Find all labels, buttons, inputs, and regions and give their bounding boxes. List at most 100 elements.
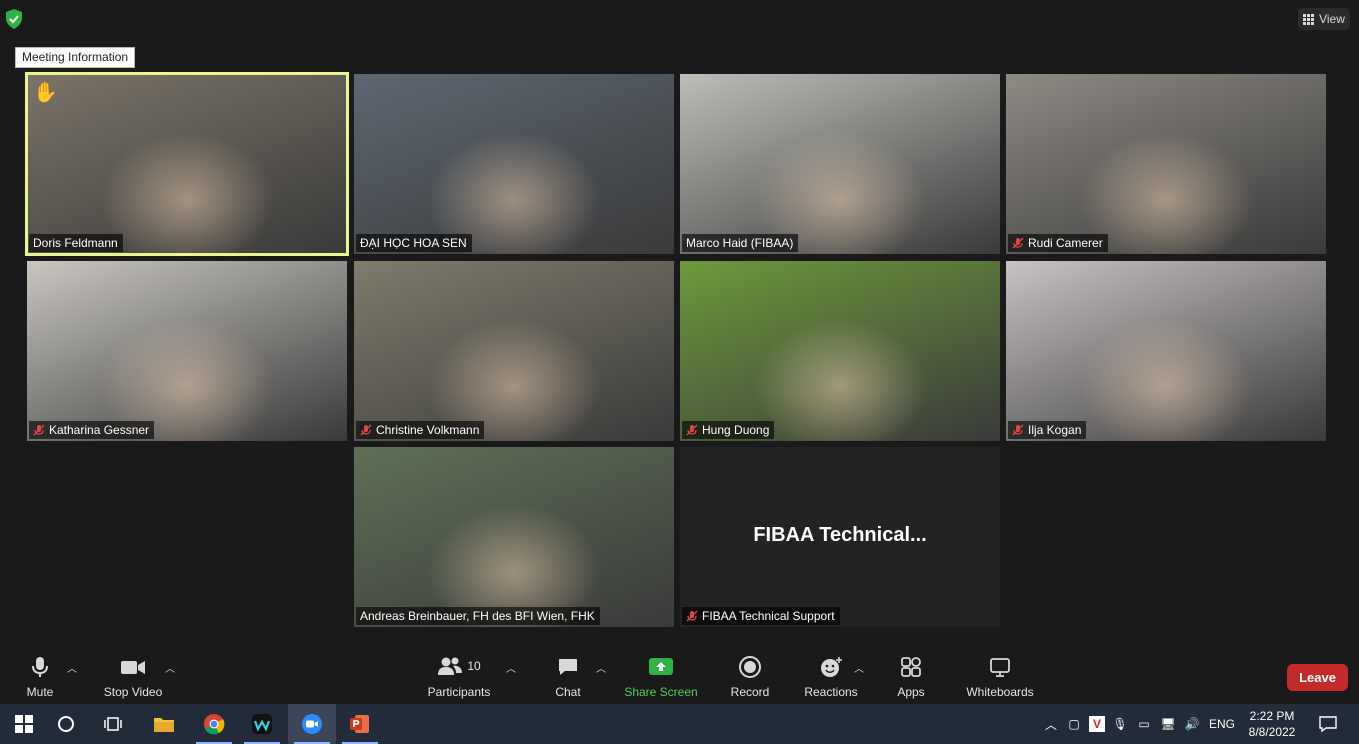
participant-video-feed [1006,261,1326,441]
participant-name: Doris Feldmann [33,236,118,250]
webex-icon[interactable] [238,704,286,744]
share-screen-label: Share Screen [624,685,698,699]
grid-view-icon [1303,13,1315,25]
participants-count: 10 [467,659,481,673]
participants-button[interactable]: 10 Participants [427,655,491,705]
apps-label: Apps [897,685,925,699]
video-options-caret-icon[interactable]: ︿ [165,660,175,675]
task-view-icon[interactable] [90,704,138,744]
participant-name-label: Hung Duong [682,421,775,439]
participants-icon [438,657,463,675]
participant-video-feed [680,261,1000,441]
muted-microphone-icon [33,424,45,436]
search-circle-icon[interactable] [42,704,90,744]
muted-microphone-icon [1012,237,1024,249]
participant-name-label: Katharina Gessner [29,421,155,439]
apps-button[interactable]: Apps [894,655,928,705]
video-tile-andreas-breinbauer-fh-des-bfi-wien-fhk[interactable]: Andreas Breinbauer, FH des BFI Wien, FHK [354,447,674,627]
participant-name-label: Ilja Kogan [1008,421,1087,439]
participant-video-feed [354,74,674,254]
video-tile-rudi-camerer[interactable]: Rudi Camerer [1006,74,1326,254]
tray-volume-icon[interactable]: 🔊 [1180,717,1204,731]
participant-name: Ilja Kogan [1028,423,1082,437]
tray-language[interactable]: ENG [1204,717,1240,731]
record-button[interactable]: Record [730,655,770,705]
taskbar-clock[interactable]: 2:22 PM 8/8/2022 [1240,704,1304,744]
whiteboard-icon [990,658,1010,677]
stop-video-button[interactable]: Stop Video [102,655,164,705]
tray-vivaldi-icon[interactable]: V [1086,716,1108,732]
meeting-information-tooltip: Meeting Information [15,47,136,68]
video-tile-doris-feldmann[interactable]: ✋ Doris Feldmann [25,72,349,256]
participant-name: Andreas Breinbauer, FH des BFI Wien, FHK [360,609,595,623]
participant-video-feed [354,447,674,627]
participant-video-feed [27,261,347,441]
video-tile-hung-duong[interactable]: Hung Duong [680,261,1000,441]
chat-button[interactable]: Chat [552,655,584,705]
tray-meet-now-icon[interactable]: ▢ [1062,717,1086,731]
file-explorer-icon[interactable] [140,704,188,744]
participant-name: Rudi Camerer [1028,236,1103,250]
video-tile-ai-hoc-hoa-sen[interactable]: ĐẠI HỌC HOA SEN [354,74,674,254]
participant-name: Katharina Gessner [49,423,150,437]
powerpoint-icon[interactable] [336,704,384,744]
participants-options-caret-icon[interactable]: ︿ [506,660,516,675]
participant-display-name: FIBAA Technical... [753,524,927,546]
apps-icon [901,657,921,677]
mute-label: Mute [26,685,54,699]
stop-video-label: Stop Video [103,685,163,699]
muted-microphone-icon [360,424,372,436]
video-tile-ilja-kogan[interactable]: Ilja Kogan [1006,261,1326,441]
participant-name: Christine Volkmann [376,423,480,437]
chat-label: Chat [555,685,581,699]
participant-name-label: Christine Volkmann [356,421,485,439]
system-tray: ︿ ▢ V 🎙 ▭ 🖥 🔊 ENG [1040,704,1240,744]
participants-label: Participants [427,685,491,699]
share-screen-button[interactable]: Share Screen [624,655,698,705]
record-icon [739,656,761,678]
microphone-icon [32,657,48,677]
participant-name: ĐẠI HỌC HOA SEN [360,236,467,250]
taskbar-date: 8/8/2022 [1248,725,1296,739]
reactions-label: Reactions [804,685,858,699]
mute-options-caret-icon[interactable]: ︿ [67,660,77,675]
muted-microphone-icon [1012,424,1024,436]
view-button[interactable]: View [1298,8,1350,30]
video-tile-marco-haid-fibaa[interactable]: Marco Haid (FIBAA) [680,74,1000,254]
chat-bubble-icon [559,659,577,675]
participant-name: FIBAA Technical Support [702,609,835,623]
tray-battery-icon[interactable]: ▭ [1132,717,1156,731]
video-tile-christine-volkmann[interactable]: Christine Volkmann [354,261,674,441]
mute-button[interactable]: Mute [22,655,58,705]
raised-hand-icon: ✋ [33,82,58,104]
reactions-options-caret-icon[interactable]: ︿ [854,660,864,675]
tray-expand-chevron-icon[interactable]: ︿ [1040,716,1062,733]
chat-options-caret-icon[interactable]: ︿ [596,660,606,675]
whiteboards-label: Whiteboards [966,685,1034,699]
action-center-icon[interactable] [1304,704,1352,744]
windows-start-icon[interactable] [0,704,48,744]
participant-name-label: FIBAA Technical Support [682,607,840,625]
chrome-icon[interactable] [190,704,238,744]
video-tile-fibaa-technical-support[interactable]: FIBAA Technical... FIBAA Technical Suppor… [680,447,1000,627]
participant-video-feed [354,261,674,441]
participant-name: Marco Haid (FIBAA) [686,236,794,250]
tray-microphone-icon[interactable]: 🎙 [1108,717,1132,731]
participant-name-label: Rudi Camerer [1008,234,1108,252]
view-label: View [1319,12,1345,26]
leave-button[interactable]: Leave [1287,664,1348,691]
video-tile-katharina-gessner[interactable]: Katharina Gessner [27,261,347,441]
tray-network-icon[interactable]: 🖥 [1156,717,1180,731]
video-camera-icon [121,661,145,674]
participant-name-label: Marco Haid (FIBAA) [682,234,799,252]
reactions-button[interactable]: Reactions [804,655,858,705]
participant-name: Hung Duong [702,423,770,437]
zoom-taskbar-icon[interactable] [288,704,336,744]
share-screen-icon [649,658,673,675]
whiteboards-button[interactable]: Whiteboards [966,655,1034,705]
participant-video-feed [27,74,347,254]
participant-video-feed [680,74,1000,254]
encryption-shield-icon[interactable] [4,8,24,30]
participant-video-feed [1006,74,1326,254]
participant-name-label: Andreas Breinbauer, FH des BFI Wien, FHK [356,607,600,625]
